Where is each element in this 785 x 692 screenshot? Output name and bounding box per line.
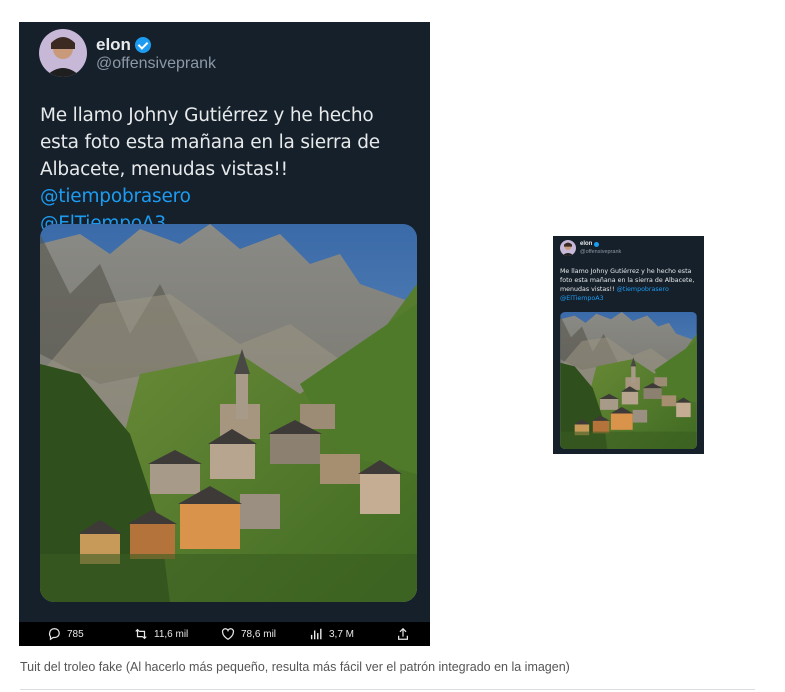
author-row: elon [96, 35, 151, 55]
verified-badge-icon [594, 241, 600, 247]
tweet-card[interactable]: elon @offensiveprank Me llamo Johny Guti… [19, 22, 430, 646]
tweet-text: Me llamo Johny Gutiérrez y he hecho esta… [40, 102, 410, 237]
author-handle[interactable]: @offensiveprank [96, 55, 216, 73]
tweet-photo[interactable] [40, 224, 417, 602]
reply-button[interactable]: 785 [47, 627, 84, 641]
tweet-text: Me llamo Johny Gutiérrez y he hecho esta… [560, 267, 700, 303]
tweet-photo [560, 312, 697, 449]
tweet-thumbnail[interactable]: elon @offensiveprank Me llamo Johny Guti… [553, 236, 704, 454]
figure-caption: Tuit del troleo fake (Al hacerlo más peq… [20, 660, 570, 674]
share-icon [398, 627, 408, 640]
like-button[interactable]: 78,6 mil [221, 627, 276, 641]
views-count: 3,7 M [329, 628, 355, 640]
verified-badge-icon [134, 37, 151, 53]
reply-icon [48, 628, 60, 641]
like-icon [221, 628, 235, 640]
tweet-text-body: Me llamo Johny Gutiérrez y he hecho esta… [40, 105, 380, 180]
views-icon [310, 628, 322, 640]
mention-link: @tiempobrasero [616, 286, 669, 293]
avatar [560, 240, 576, 256]
reply-count: 785 [67, 628, 84, 640]
like-count: 78,6 mil [241, 628, 277, 640]
share-button[interactable] [396, 627, 410, 641]
avatar[interactable] [39, 29, 87, 77]
divider [20, 689, 755, 690]
views-button[interactable]: 3,7 M [309, 627, 354, 641]
author-name: elon [580, 241, 593, 247]
action-bar: 785 11,6 mil 78,6 mil 3,7 M [19, 622, 430, 646]
mention-link[interactable]: @tiempobrasero [40, 186, 191, 207]
retweet-icon [135, 628, 147, 640]
retweet-count: 11,6 mil [154, 628, 189, 640]
author-handle: @offensiveprank [580, 249, 622, 255]
author-row: elon [580, 241, 600, 247]
mention-link: @ElTiempoA3 [560, 295, 604, 302]
retweet-button[interactable]: 11,6 mil [134, 627, 188, 641]
author-name[interactable]: elon [96, 35, 131, 55]
